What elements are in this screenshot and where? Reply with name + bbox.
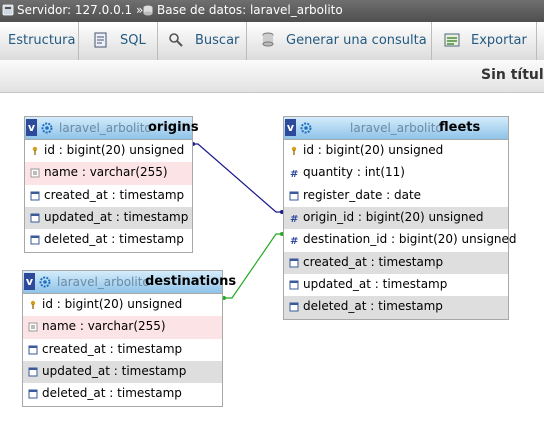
date-icon (30, 213, 40, 223)
svg-text:#: # (290, 169, 298, 178)
table-fleets[interactable]: v laravel_arbolito fleets id : bigint(20… (283, 116, 517, 320)
table-destinations[interactable]: v laravel_arbolito destinations id : big… (22, 270, 236, 407)
date-icon (28, 367, 38, 377)
column-row[interactable]: # origin_id : bigint(20) unsigned (284, 206, 508, 230)
text-icon (28, 322, 38, 332)
key-icon (291, 146, 297, 155)
date-icon (30, 235, 40, 245)
column-row[interactable]: updated_at : timestamp (25, 206, 192, 230)
table-db-name: laravel_arbolito (59, 121, 152, 135)
table-db-name: laravel_arbolito (350, 121, 443, 135)
column-label: destination_id : bigint(20) unsigned (303, 232, 517, 247)
column-label: quantity : int(11) (303, 165, 405, 180)
column-row[interactable]: deleted_at : timestamp (23, 383, 222, 405)
column-label: id : bigint(20) unsigned (303, 143, 444, 157)
number-icon: # (290, 214, 298, 223)
column-label: id : bigint(20) unsigned (42, 297, 183, 311)
column-row[interactable]: deleted_at : timestamp (25, 229, 192, 251)
table-origins[interactable]: v laravel_arbolito origins id : bigint(2… (24, 116, 199, 253)
column-label: updated_at : timestamp (303, 276, 448, 291)
svg-text:#: # (290, 214, 298, 223)
gear-icon[interactable] (300, 122, 312, 134)
column-label: created_at : timestamp (42, 341, 183, 356)
date-icon (30, 191, 40, 201)
date-icon (289, 191, 299, 201)
column-label: origin_id : bigint(20) unsigned (303, 209, 484, 224)
column-row[interactable]: created_at : timestamp (25, 185, 192, 207)
column-label: updated_at : timestamp (44, 209, 189, 224)
table-name[interactable]: origins (148, 120, 199, 135)
table-header[interactable]: v laravel_arbolito destinations (23, 271, 236, 294)
toggle-columns-button[interactable]: v (24, 273, 35, 290)
date-icon (28, 345, 38, 355)
date-icon (289, 280, 299, 290)
column-label: created_at : timestamp (44, 187, 185, 202)
column-label: name : varchar(255) (44, 165, 168, 180)
column-row[interactable]: updated_at : timestamp (284, 274, 508, 296)
column-label: deleted_at : timestamp (44, 232, 184, 247)
column-label: name : varchar(255) (42, 319, 166, 334)
column-label: created_at : timestamp (303, 254, 444, 269)
table-db-name: laravel_arbolito (57, 275, 150, 289)
svg-text:#: # (290, 236, 298, 245)
column-row[interactable]: created_at : timestamp (284, 251, 508, 274)
toggle-columns-button[interactable]: v (285, 119, 296, 136)
column-row[interactable]: name : varchar(255) (25, 162, 192, 185)
key-icon (30, 300, 36, 309)
table-header[interactable]: v laravel_arbolito origins (25, 117, 199, 140)
table-name[interactable]: fleets (439, 120, 480, 135)
column-label: register_date : date (303, 187, 422, 202)
number-icon: # (290, 236, 298, 245)
column-label: id : bigint(20) unsigned (44, 143, 185, 157)
column-label: deleted_at : timestamp (42, 386, 182, 401)
column-row[interactable]: # quantity : int(11) (284, 162, 508, 184)
relation-origins-fleets[interactable] (192, 143, 284, 213)
column-row[interactable]: # destination_id : bigint(20) unsigned (284, 229, 517, 251)
column-row[interactable]: register_date : date (284, 185, 508, 207)
column-row[interactable]: updated_at : timestamp (23, 360, 222, 384)
gear-icon[interactable] (39, 276, 51, 288)
number-icon: # (290, 169, 298, 178)
column-row[interactable]: id : bigint(20) unsigned (23, 294, 222, 317)
text-icon (30, 168, 40, 178)
key-icon (32, 146, 38, 155)
column-row[interactable]: name : varchar(255) (23, 316, 222, 339)
toggle-columns-button[interactable]: v (26, 119, 37, 136)
gear-icon[interactable] (41, 122, 53, 134)
column-row[interactable]: id : bigint(20) unsigned (25, 140, 192, 163)
date-icon (289, 258, 299, 268)
column-label: updated_at : timestamp (42, 363, 187, 378)
column-row[interactable]: id : bigint(20) unsigned (284, 140, 508, 163)
table-name[interactable]: destinations (145, 274, 236, 289)
date-icon (28, 389, 38, 399)
column-row[interactable]: deleted_at : timestamp (284, 296, 508, 319)
column-label: deleted_at : timestamp (303, 299, 443, 314)
column-row[interactable]: created_at : timestamp (23, 339, 222, 361)
table-header[interactable]: v laravel_arbolito fleets (284, 117, 508, 140)
date-icon (289, 302, 299, 312)
